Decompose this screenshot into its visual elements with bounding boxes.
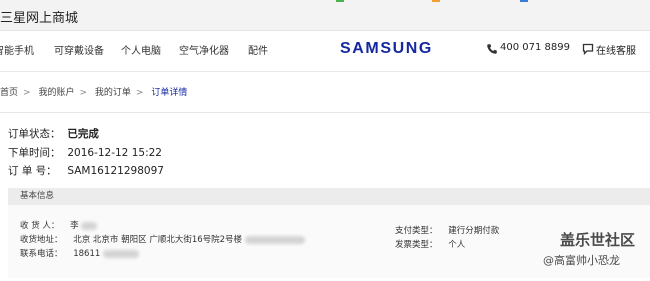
breadcrumb-home[interactable]: 首页 (0, 88, 18, 98)
receiver-row: 收 货 人： 李 (20, 219, 98, 231)
redaction-blur (81, 221, 98, 230)
samsung-logo[interactable]: SAMSUNG (340, 40, 433, 58)
address-value: 北京 北京市 朝阳区 广顺北大街16号院2号楼 (73, 235, 243, 245)
order-number-row: 订 单 号： SAM16121298097 (8, 163, 164, 178)
nav-item-wearables[interactable]: 可穿戴设备 (54, 42, 104, 57)
payment-row: 支付类型： 建行分期付款 (395, 224, 499, 236)
basic-info-header: 基本信息 (8, 188, 650, 205)
hotline-number: 400 071 8899 (500, 42, 570, 53)
nav-item-phones[interactable]: 智能手机 (0, 42, 34, 57)
redaction-blur (244, 235, 305, 244)
breadcrumb-my-account[interactable]: 我的账户 (38, 88, 74, 98)
receiver-label: 收 货 人： (20, 221, 60, 231)
redaction-blur (102, 249, 139, 258)
order-number-value: SAM16121298097 (67, 165, 164, 177)
top-navigation: 智能手机 可穿戴设备 个人电脑 空气净化器 配件 SAMSUNG 400 071… (0, 31, 650, 72)
order-status-row: 订单状态： 已完成 (8, 126, 99, 141)
payment-type-label: 支付类型： (395, 226, 438, 236)
breadcrumb-separator: > (135, 88, 144, 98)
address-label: 收货地址： (20, 235, 63, 245)
tab-indicator (520, 0, 528, 2)
breadcrumb-separator: > (23, 88, 31, 98)
nav-item-accessories[interactable]: 配件 (248, 42, 268, 57)
payment-type-value: 建行分期付款 (448, 226, 500, 236)
invoice-row: 发票类型： 个人 (395, 238, 465, 250)
section-divider (0, 112, 650, 113)
receiver-value: 李 (70, 221, 79, 231)
order-time-value: 2016-12-12 15:22 (67, 147, 162, 159)
invoice-type-label: 发票类型： (395, 240, 438, 250)
window-title: 三星网上商城 (0, 11, 79, 26)
community-watermark: 盖乐世社区 (560, 231, 636, 249)
tab-indicator (336, 0, 344, 2)
breadcrumb-separator: > (79, 88, 87, 98)
nav-item-pcs[interactable]: 个人电脑 (121, 42, 161, 57)
order-time-label: 下单时间： (8, 147, 61, 159)
order-status-value: 已完成 (67, 128, 99, 140)
breadcrumb-order-detail: 订单详情 (151, 88, 188, 98)
phone-row: 联系电话： 18611 (20, 247, 139, 259)
contact-phone-label: 联系电话： (20, 249, 63, 259)
order-number-label: 订 单 号： (8, 165, 57, 177)
order-time-row: 下单时间： 2016-12-12 15:22 (8, 145, 162, 160)
order-status-label: 订单状态： (8, 128, 61, 140)
tab-indicator (432, 0, 440, 2)
breadcrumb: 首页 > 我的账户 > 我的订单 > 订单详情 (0, 85, 192, 98)
browser-tab-bar: 三星网上商城 (0, 0, 650, 31)
nav-item-air-purifiers[interactable]: 空气净化器 (179, 42, 229, 57)
contact-phone-value: 18611 (73, 249, 101, 259)
online-support-link[interactable]: 在线客服 (596, 42, 636, 57)
invoice-type-value: 个人 (448, 240, 466, 250)
breadcrumb-my-orders[interactable]: 我的订单 (95, 88, 131, 98)
author-watermark: @高富帅小恐龙 (543, 254, 620, 267)
chat-icon (582, 43, 594, 55)
address-row: 收货地址： 北京 北京市 朝阳区 广顺北大街16号院2号楼 (20, 233, 305, 245)
basic-info-title: 基本信息 (20, 191, 55, 201)
phone-icon (487, 44, 497, 54)
